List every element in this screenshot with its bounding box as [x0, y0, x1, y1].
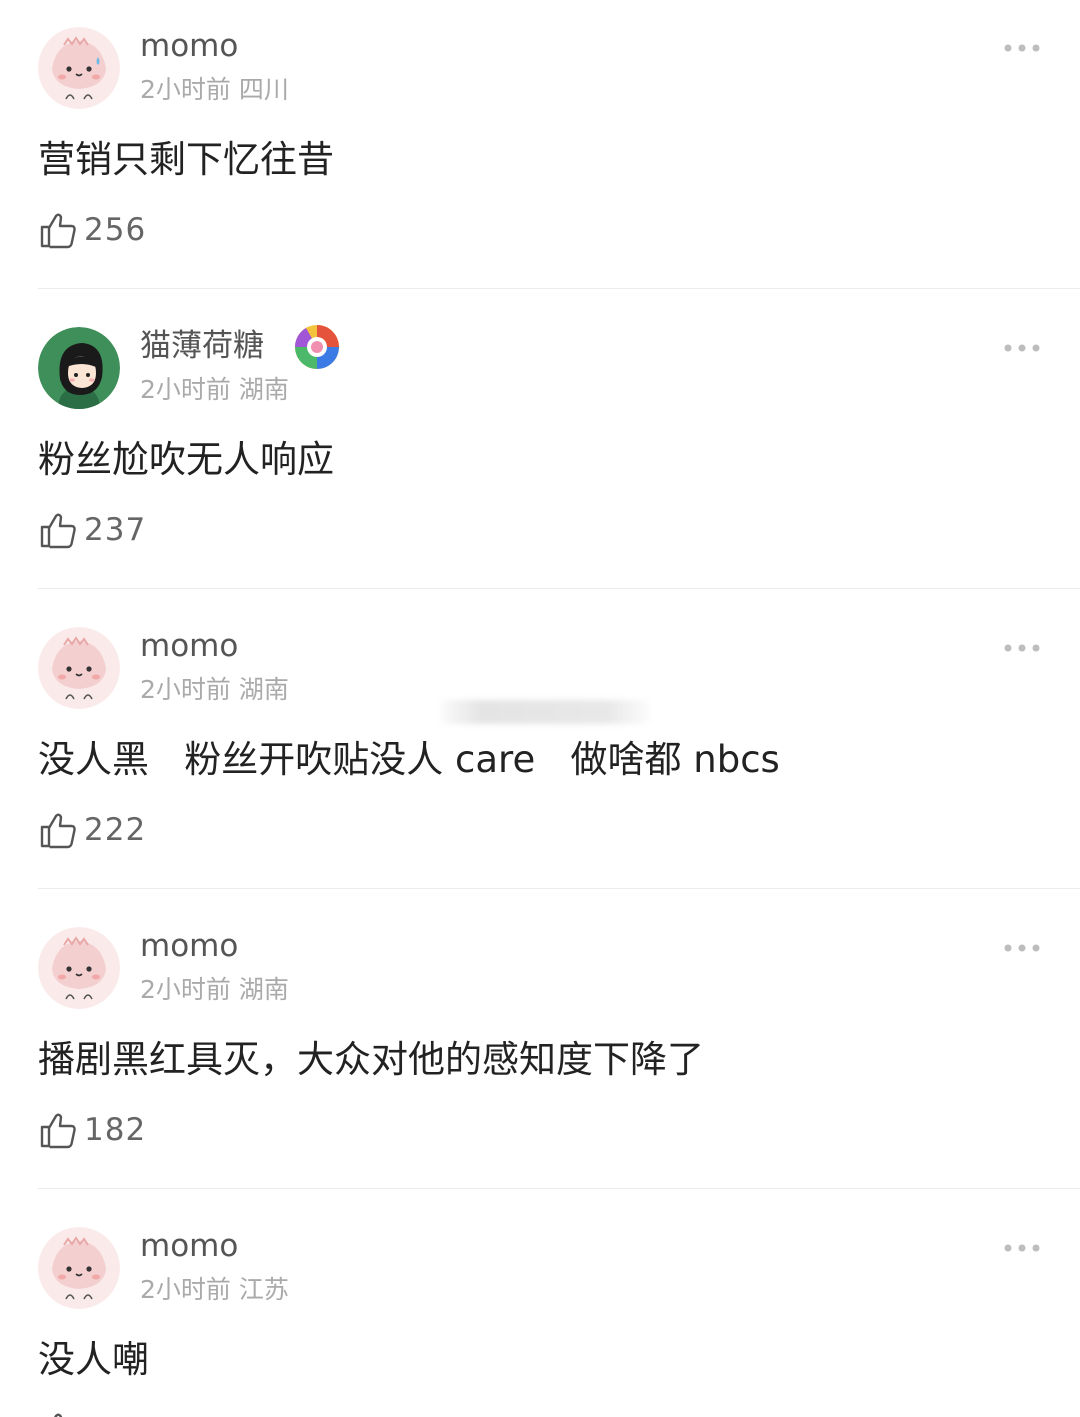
- username[interactable]: momo: [140, 1226, 238, 1266]
- thumbs-up-outline-icon: [40, 213, 76, 249]
- like-button[interactable]: 222: [38, 808, 146, 852]
- more-options-button[interactable]: [1002, 340, 1042, 354]
- pink-blob-avatar-icon: [38, 927, 120, 1009]
- comment-text: 没人嘲: [38, 1338, 149, 1381]
- comment-text: 播剧黑红具灭，大众对他的感知度下降了: [38, 1038, 704, 1081]
- thumbs-up-outline-icon: [40, 513, 76, 549]
- timestamp: 2小时前: [140, 375, 231, 404]
- timestamp: 2小时前: [140, 1275, 231, 1304]
- comment-meta: 2小时前 湖南: [140, 373, 289, 407]
- timestamp: 2小时前: [140, 975, 231, 1004]
- ellipsis-icon: [1004, 44, 1040, 52]
- avatar[interactable]: [38, 327, 120, 409]
- comment-meta: 2小时前 江苏: [140, 1273, 289, 1307]
- divider: [38, 288, 1080, 289]
- like-count: 182: [84, 1112, 147, 1148]
- pink-blob-avatar-icon: [38, 27, 120, 109]
- like-count: 237: [84, 512, 147, 548]
- like-button[interactable]: [38, 1408, 84, 1417]
- username[interactable]: momo: [140, 26, 238, 66]
- timestamp: 2小时前: [140, 675, 231, 704]
- comment-text: 没人黑 粉丝开吹贴没人 care 做啥都 nbcs: [38, 738, 780, 781]
- pink-blob-avatar-icon: [38, 1227, 120, 1309]
- divider: [38, 1188, 1080, 1189]
- location: 四川: [238, 75, 289, 104]
- like-count: 222: [84, 812, 147, 848]
- location: 湖南: [238, 675, 289, 704]
- ellipsis-icon: [1004, 644, 1040, 652]
- username[interactable]: momo: [140, 626, 238, 666]
- more-options-button[interactable]: [1002, 1240, 1042, 1254]
- like-count: 256: [84, 212, 147, 248]
- more-options-button[interactable]: [1002, 40, 1042, 54]
- girl-portrait-avatar-icon: [38, 327, 120, 409]
- comment-text: 营销只剩下忆往昔: [38, 138, 334, 181]
- ellipsis-icon: [1004, 1244, 1040, 1252]
- comment-feed: momo 2小时前 四川 营销只剩下忆往昔 256 猫薄荷糖 2小时前 湖南 粉…: [0, 0, 1080, 1417]
- colorful-badge-icon: [295, 325, 339, 369]
- comment-meta: 2小时前 湖南: [140, 673, 289, 707]
- more-options-button[interactable]: [1002, 640, 1042, 654]
- like-button[interactable]: 237: [38, 508, 146, 552]
- location: 江苏: [238, 1275, 289, 1304]
- thumbs-up-outline-icon: [54, 1413, 63, 1417]
- username[interactable]: momo: [140, 926, 238, 966]
- comment-meta: 2小时前 湖南: [140, 973, 289, 1007]
- divider: [38, 888, 1080, 889]
- like-button[interactable]: 256: [38, 208, 146, 252]
- comment-item: 猫薄荷糖 2小时前 湖南 粉丝尬吹无人响应 237: [0, 300, 1080, 600]
- user-badge[interactable]: [294, 324, 340, 370]
- location: 湖南: [238, 975, 289, 1004]
- username[interactable]: 猫薄荷糖: [140, 326, 264, 366]
- more-options-button[interactable]: [1002, 940, 1042, 954]
- comment-item: momo 2小时前 湖南 播剧黑红具灭，大众对他的感知度下降了 182: [0, 900, 1080, 1200]
- comment-item: momo 2小时前 湖南 没人黑 粉丝开吹贴没人 care 做啥都 nbcs 22…: [0, 600, 1080, 900]
- like-button[interactable]: 182: [38, 1108, 146, 1152]
- avatar[interactable]: [38, 927, 120, 1009]
- timestamp: 2小时前: [140, 75, 231, 104]
- location: 湖南: [238, 375, 289, 404]
- comment-item: momo 2小时前 四川 营销只剩下忆往昔 256: [0, 0, 1080, 300]
- blurred-watermark: [440, 700, 650, 724]
- ellipsis-icon: [1004, 944, 1040, 952]
- thumbs-up-outline-icon: [40, 1113, 76, 1149]
- avatar[interactable]: [38, 27, 120, 109]
- divider: [38, 588, 1080, 589]
- comment-item: momo 2小时前 江苏 没人嘲: [0, 1200, 1080, 1417]
- comment-meta: 2小时前 四川: [140, 73, 289, 107]
- thumbs-up-outline-icon: [40, 813, 76, 849]
- pink-blob-avatar-icon: [38, 627, 120, 709]
- avatar[interactable]: [38, 1227, 120, 1309]
- ellipsis-icon: [1004, 344, 1040, 352]
- comment-text: 粉丝尬吹无人响应: [38, 438, 334, 481]
- avatar[interactable]: [38, 627, 120, 709]
